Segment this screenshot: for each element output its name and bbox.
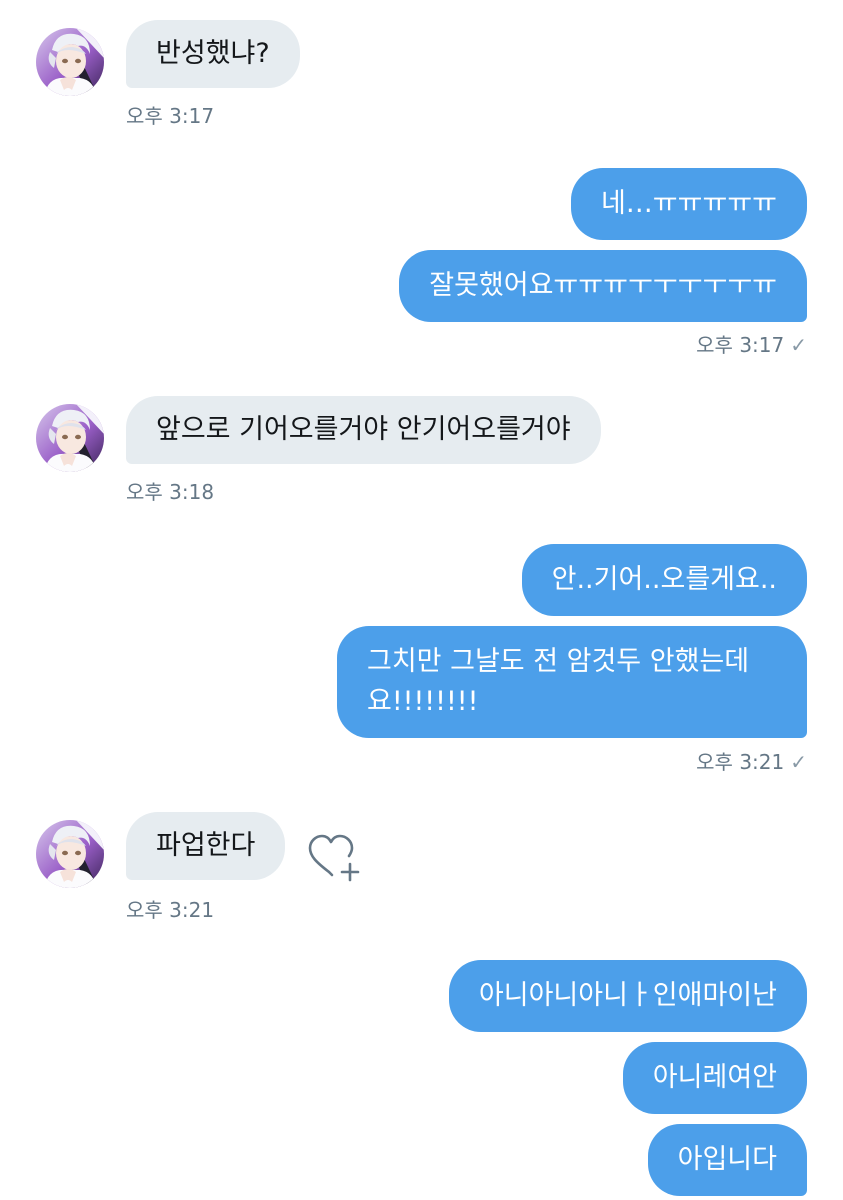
outgoing-message-bubble[interactable]: 그치만 그날도 전 암것두 안했는데요!!!!!!!! [337,626,807,738]
sender-avatar[interactable] [36,28,104,96]
heart-plus-icon[interactable] [308,834,362,884]
outgoing-message-bubble[interactable]: 네…ㅠㅠㅠㅠㅠ [570,168,807,240]
message-text: 아니아니아니ㅏ인애마이난 [478,980,777,1011]
message-text: 그치만 그날도 전 암것두 안했는데요!!!!!!!! [367,646,750,717]
message-text: 잘못했어요ㅠㅠㅠㅜㅜㅜㅜㅜㅠ [429,270,777,301]
message-text: 앞으로 기어오를거야 안기어오를거야 [156,414,571,445]
outgoing-message-bubble[interactable]: 아입니다 [647,1124,807,1196]
message-timestamp: 오후 3:21 [696,750,785,774]
checkmark-icon: ✓ [790,333,807,357]
incoming-message-bubble[interactable]: 앞으로 기어오를거야 안기어오를거야 [126,396,601,464]
message-text: 안..기어..오를게요.. [551,564,777,595]
message-text: 아입니다 [677,1144,777,1175]
message-timestamp: 오후 3:17 [696,333,785,357]
message-text: 아니레여안 [652,1062,777,1093]
incoming-message-bubble[interactable]: 반성했냐? [126,20,300,88]
message-timestamp: 오후 3:18 [126,480,215,504]
sender-avatar[interactable] [36,820,104,888]
outgoing-message-bubble[interactable]: 아니레여안 [622,1042,807,1114]
sender-avatar[interactable] [36,404,104,472]
message-text: 네…ㅠㅠㅠㅠㅠ [600,188,777,219]
incoming-message-bubble[interactable]: 파업한다 [126,812,286,880]
checkmark-icon: ✓ [790,750,807,774]
message-timestamp: 오후 3:17 [126,104,215,128]
outgoing-message-bubble[interactable]: 안..기어..오를게요.. [521,544,807,616]
message-text: 반성했냐? [156,38,270,69]
message-status: 오후 3:21 ✓ [696,750,807,774]
message-text: 파업한다 [156,830,256,861]
message-status: 오후 3:17 ✓ [696,333,807,357]
outgoing-message-bubble[interactable]: 아니아니아니ㅏ인애마이난 [448,960,807,1032]
outgoing-message-bubble[interactable]: 잘못했어요ㅠㅠㅠㅜㅜㅜㅜㅜㅠ [399,250,807,322]
message-timestamp: 오후 3:21 [126,898,215,922]
